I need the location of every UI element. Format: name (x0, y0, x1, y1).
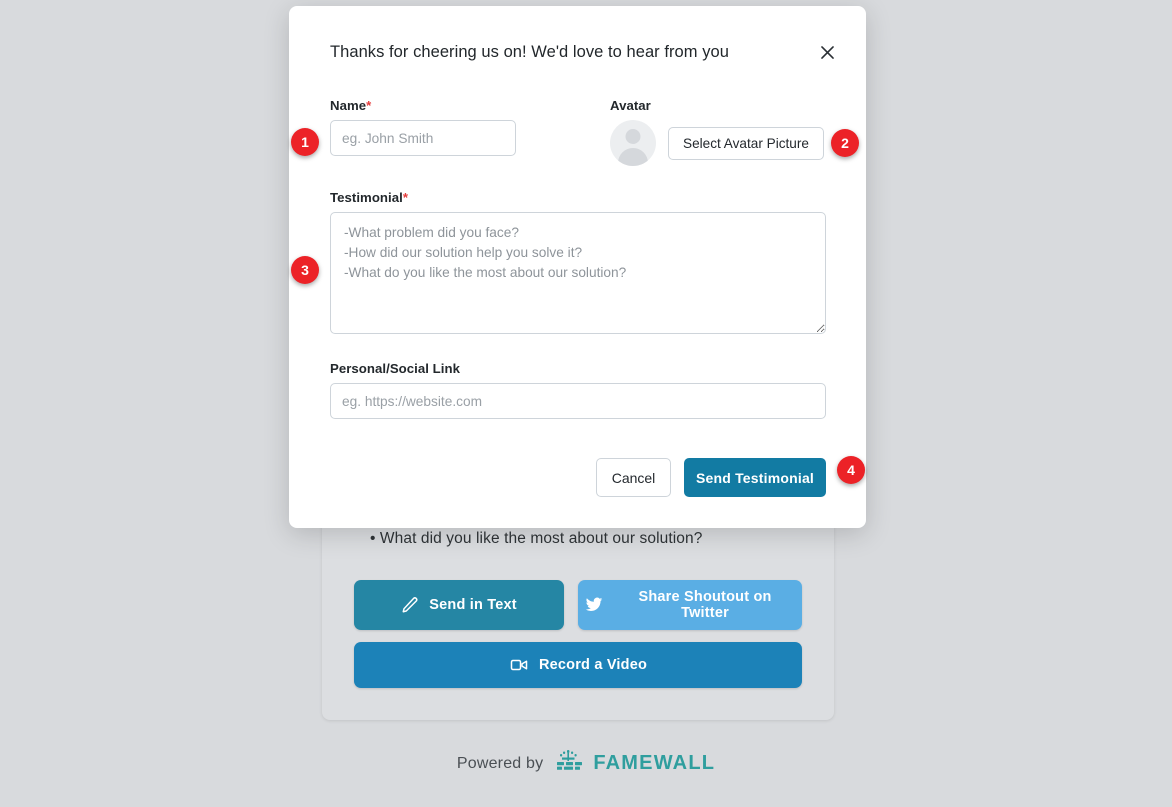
avatar-row: Select Avatar Picture (610, 120, 824, 166)
pencil-icon (401, 596, 419, 614)
video-camera-icon (509, 656, 529, 674)
step-badge-3: 3 (291, 256, 319, 284)
share-on-twitter-label: Share Shoutout on Twitter (638, 589, 772, 621)
send-testimonial-button[interactable]: Send Testimonial (684, 458, 826, 497)
avatar-body-shape (618, 148, 648, 166)
famewall-wordmark: FAMEWALL (593, 752, 716, 774)
famewall-brand[interactable]: FAMEWALL (555, 748, 715, 779)
record-a-video-label: Record a Video (538, 657, 648, 673)
testimonial-required-mark: * (402, 190, 409, 205)
step-badge-2: 2 (831, 129, 859, 157)
testimonial-textarea[interactable] (330, 212, 826, 334)
name-required-mark: * (366, 98, 372, 113)
record-a-video-button[interactable]: Record a Video (354, 642, 802, 688)
famewall-logo-icon (555, 748, 585, 779)
name-field-group: Name* (330, 98, 516, 166)
share-on-twitter-button[interactable]: Share Shoutout on Twitter (578, 580, 802, 630)
avatar-head-shape (625, 129, 641, 144)
footer: Powered by FAMEWALL (0, 748, 1172, 779)
page-root: • What did you like the most about our s… (0, 0, 1172, 807)
link-field-group: Personal/Social Link (330, 361, 826, 419)
close-icon[interactable] (812, 37, 842, 67)
modal-body: Name* Avatar Select Avatar Picture (330, 98, 826, 497)
step-badge-1: 1 (291, 128, 319, 156)
name-input[interactable] (330, 120, 516, 156)
background-button-row: Send in Text Share Shoutout on Twitter (354, 580, 802, 630)
modal-actions: Cancel Send Testimonial (330, 458, 826, 497)
send-in-text-button[interactable]: Send in Text (354, 580, 565, 630)
avatar-label: Avatar (610, 98, 651, 113)
name-label: Name* (330, 98, 372, 113)
link-input[interactable] (330, 383, 826, 419)
testimonial-modal: Thanks for cheering us on! We'd love to … (289, 6, 866, 528)
twitter-icon (584, 596, 604, 614)
name-avatar-row: Name* Avatar Select Avatar Picture (330, 98, 826, 166)
powered-by-label: Powered by (456, 754, 544, 772)
select-avatar-button[interactable]: Select Avatar Picture (668, 126, 824, 160)
step-badge-4: 4 (837, 456, 865, 484)
modal-header: Thanks for cheering us on! We'd love to … (289, 6, 866, 98)
testimonial-label: Testimonial* (330, 190, 409, 205)
avatar-field-group: Avatar Select Avatar Picture (610, 98, 824, 166)
user-avatar-placeholder-icon (610, 120, 656, 166)
send-in-text-label: Send in Text (429, 597, 517, 613)
background-question-text: • What did you like the most about our s… (370, 530, 703, 547)
modal-title: Thanks for cheering us on! We'd love to … (330, 42, 729, 61)
link-label: Personal/Social Link (330, 361, 460, 376)
testimonial-field-group: Testimonial* (330, 190, 826, 339)
cancel-button[interactable]: Cancel (596, 458, 671, 497)
